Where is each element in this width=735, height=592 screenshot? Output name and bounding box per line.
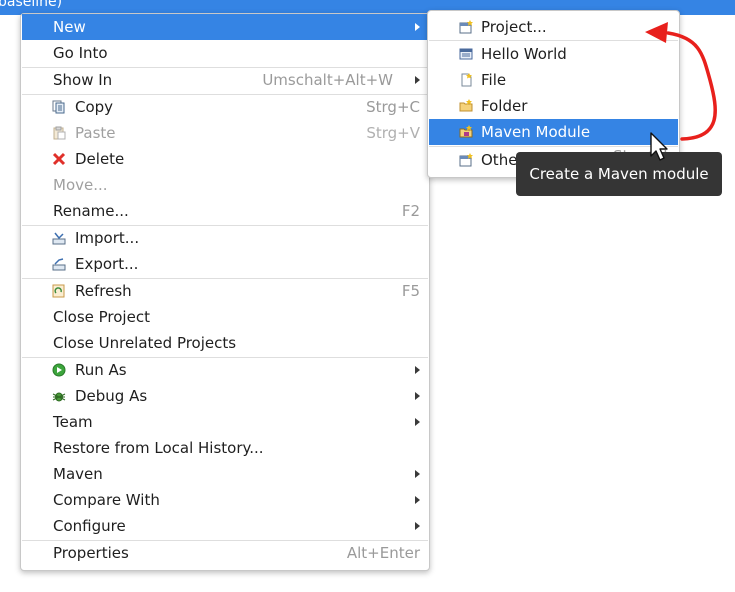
mouse-cursor-icon bbox=[650, 132, 668, 161]
annotation-arrow bbox=[666, 31, 717, 141]
annotation-overlay bbox=[645, 22, 717, 161]
annotation-arrowhead-icon bbox=[645, 22, 668, 43]
